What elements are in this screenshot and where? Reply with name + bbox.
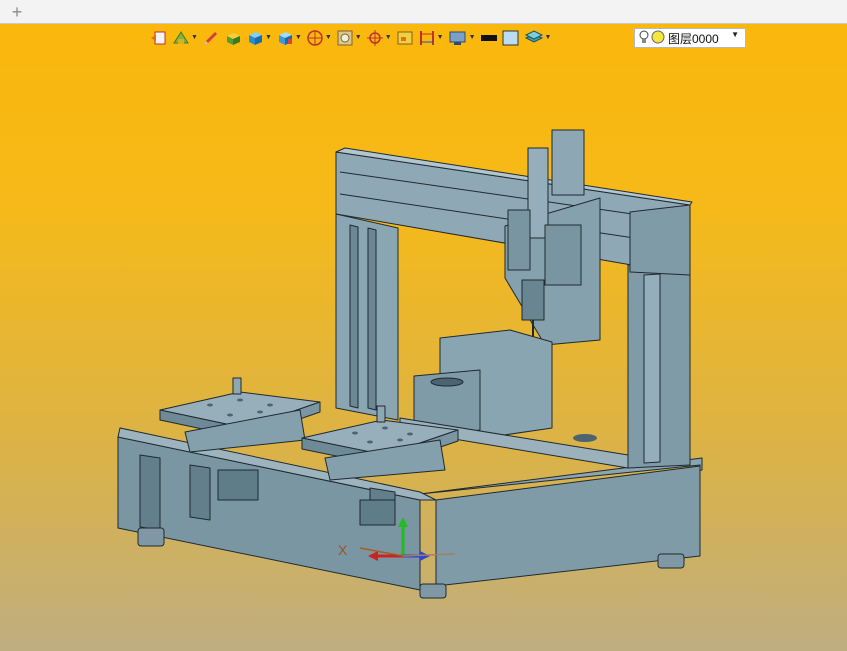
fill-color-button[interactable]: [502, 27, 520, 49]
chevron-down-icon: ▼: [294, 34, 302, 41]
lightbulb-icon: [639, 30, 649, 47]
shaded-solid-button[interactable]: [224, 27, 242, 49]
chevron-down-icon: ▼: [384, 34, 392, 41]
view-cube-button[interactable]: ▼: [276, 27, 302, 49]
pencil-button[interactable]: [202, 27, 220, 49]
chevron-down-icon: ▼: [544, 34, 552, 41]
tab-bar: +: [0, 0, 847, 24]
layer-color-icon: [651, 30, 665, 47]
shaded-solid-icon: [224, 29, 242, 47]
render-style-button[interactable]: ▼: [172, 27, 198, 49]
layer-select[interactable]: 图层0000 ▼: [634, 28, 746, 48]
x-axis-label: X: [338, 542, 348, 558]
cad-window: + X ▼ ▼ ▼ ▼ ▼ ▼ ▼ ▼ ▼ 图层0000 ▼: [0, 0, 847, 651]
zoom-view-button[interactable]: ▼: [336, 27, 362, 49]
chevron-down-icon: ▼: [264, 34, 272, 41]
cad-model[interactable]: X: [0, 24, 847, 651]
left-column: [335, 213, 399, 421]
chevron-down-icon: ▼: [468, 34, 476, 41]
layers-button[interactable]: ▼: [524, 27, 552, 49]
foot: [419, 583, 447, 599]
render-style-icon: [172, 29, 190, 47]
pencil-icon: [202, 29, 220, 47]
rotate-center-icon: [366, 29, 384, 47]
fit-window-icon: [396, 29, 414, 47]
chevron-down-icon: ▼: [354, 34, 362, 41]
blue-solid-icon: [246, 29, 264, 47]
chevron-down-icon: ▼: [731, 30, 739, 39]
line-color-icon: [480, 29, 498, 47]
foot: [137, 527, 165, 547]
chevron-down-icon: ▼: [191, 34, 198, 41]
rotate-center-button[interactable]: ▼: [366, 27, 392, 49]
section-view-button[interactable]: ▼: [306, 27, 332, 49]
chevron-down-icon: ▼: [324, 34, 332, 41]
zoom-view-icon: [336, 29, 354, 47]
display-mode-icon: [150, 29, 168, 47]
display-mode-button[interactable]: [150, 27, 168, 49]
view-toolbar: ▼ ▼ ▼ ▼ ▼ ▼ ▼ ▼ ▼: [150, 26, 555, 50]
blue-solid-button[interactable]: ▼: [246, 27, 272, 49]
chevron-down-icon: ▼: [436, 34, 444, 41]
line-color-button[interactable]: [480, 27, 498, 49]
fill-color-icon: [502, 29, 520, 47]
monitor-settings-button[interactable]: ▼: [448, 27, 476, 49]
layer-select-value: 图层0000: [668, 31, 719, 46]
section-view-icon: [306, 29, 324, 47]
view-cube-icon: [276, 29, 294, 47]
monitor-settings-icon: [448, 29, 468, 47]
new-tab-button[interactable]: +: [6, 2, 28, 22]
dimension-button[interactable]: ▼: [418, 27, 444, 49]
layers-icon: [524, 29, 544, 47]
dimension-icon: [418, 29, 436, 47]
foot: [657, 553, 685, 569]
fit-window-button[interactable]: [396, 27, 414, 49]
